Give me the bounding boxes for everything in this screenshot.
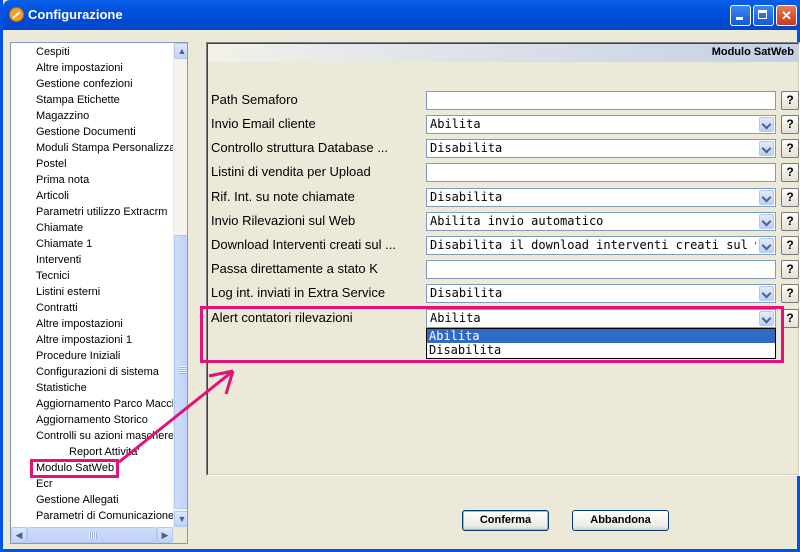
confirm-button-label: Conferma (479, 514, 532, 526)
annotation-arrow (118, 369, 235, 464)
confirm-button[interactable]: Conferma (462, 510, 549, 531)
cancel-button-label: Abbandona (590, 514, 651, 526)
cancel-button[interactable]: Abbandona (572, 510, 669, 531)
configuration-window: Configurazione ✕ Cespiti Altre impostazio… (0, 0, 800, 552)
